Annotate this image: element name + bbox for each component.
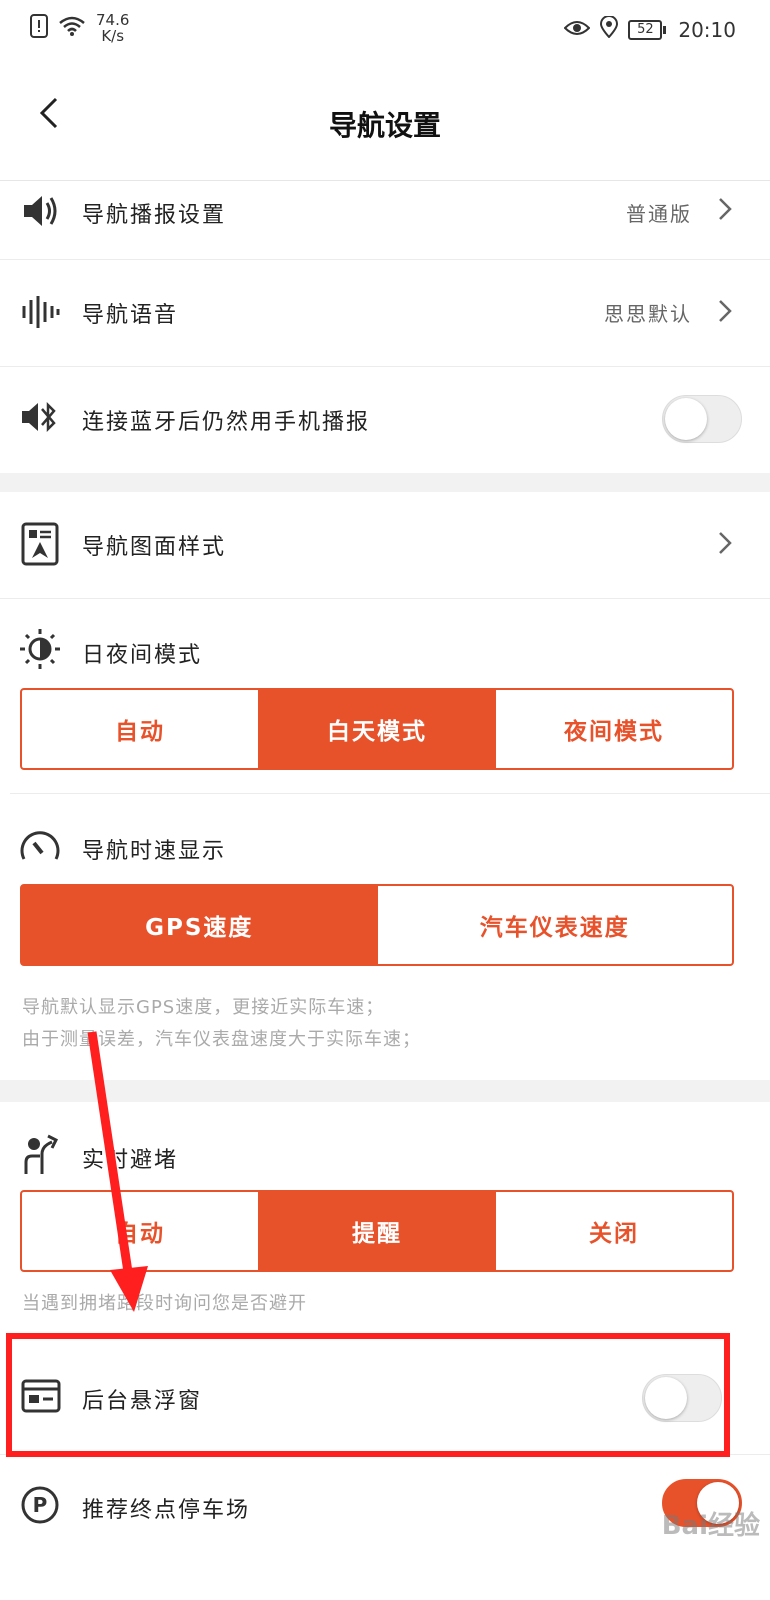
eye-icon [563,18,591,42]
clock: 20:10 [678,17,736,42]
speed-display-selector: GPS速度 汽车仪表速度 [20,884,734,966]
wifi-icon [58,15,86,41]
traffic-option-auto[interactable]: 自动 [22,1192,259,1270]
navigation-voice-label: 导航语音 [82,303,179,328]
battery-icon: 52 [628,19,667,40]
detour-icon [20,1132,64,1180]
map-settings-card: 导航图面样式 日夜间模式 自动 白天模式 夜间模式 导航时速显示 GPS速度 汽… [0,492,770,1080]
speaker-icon [20,191,60,231]
chevron-right-icon [716,197,734,221]
speedometer-icon [18,825,62,869]
voice-settings-card: 导航播报设置 普通版 导航语音 思思默认 连接蓝牙后仍然用手机播报 [0,181,770,473]
day-night-label: 日夜间模式 [82,643,203,668]
day-night-option-auto[interactable]: 自动 [22,690,259,768]
watermark: Bai经验 [661,1511,760,1541]
speed-option-dashboard[interactable]: 汽车仪表速度 [378,886,733,964]
chevron-right-icon [716,531,734,555]
day-night-selector: 自动 白天模式 夜间模式 [20,688,734,770]
traffic-avoid-label: 实时避堵 [82,1148,179,1173]
bluetooth-broadcast-row: 连接蓝牙后仍然用手机播报 [0,367,770,473]
traffic-hint: 当遇到拥堵路段时询问您是否避开 [22,1293,307,1314]
speed-hint-line1: 导航默认显示GPS速度，更接近实际车速； [22,997,385,1018]
speed-unit: K/s [101,27,125,45]
traffic-option-remind[interactable]: 提醒 [259,1192,496,1270]
speed-display-label: 导航时速显示 [82,839,227,864]
day-night-option-night[interactable]: 夜间模式 [496,690,732,768]
map-style-row[interactable]: 导航图面样式 [0,492,770,599]
speed-hint: 导航默认显示GPS速度，更接近实际车速； 由于测量误差，汽车仪表盘速度大于实际车… [22,992,421,1056]
speed-option-gps[interactable]: GPS速度 [22,886,378,964]
divider [10,793,770,794]
bluetooth-broadcast-label: 连接蓝牙后仍然用手机播报 [82,410,371,435]
alert-icon [30,14,48,42]
parking-icon: P [20,1485,60,1525]
parking-row: P 推荐终点停车场 [0,1455,770,1561]
broadcast-settings-label: 导航播报设置 [82,203,227,228]
navigation-voice-value: 思思默认 [604,302,692,326]
soundwave-icon [20,292,60,332]
chevron-right-icon [716,299,734,323]
broadcast-settings-value: 普通版 [626,202,692,226]
bluetooth-speaker-icon [20,397,60,437]
page-title: 导航设置 [328,109,441,142]
sun-moon-icon [18,627,62,675]
bluetooth-broadcast-toggle[interactable] [662,395,742,443]
toggle-knob [665,398,707,440]
location-icon [600,15,619,43]
speed-hint-line2: 由于测量误差，汽车仪表盘速度大于实际车速； [22,1029,421,1050]
annotation-highlight-box [6,1333,730,1457]
network-speed: 74.6 K/s [96,12,129,44]
nav-header: 导航设置 [0,60,770,181]
status-bar: 74.6 K/s 52 20:10 [0,0,770,60]
navigation-voice-row[interactable]: 导航语音 思思默认 [0,260,770,367]
day-night-option-day[interactable]: 白天模式 [259,690,496,768]
parking-label: 推荐终点停车场 [82,1498,251,1523]
traffic-option-off[interactable]: 关闭 [496,1192,732,1270]
map-style-icon [20,522,60,566]
map-style-label: 导航图面样式 [82,535,227,560]
traffic-avoid-selector: 自动 提醒 关闭 [20,1190,734,1272]
broadcast-settings-row[interactable]: 导航播报设置 普通版 [0,181,770,260]
speed-value: 74.6 [96,11,130,29]
svg-text:P: P [33,1493,48,1517]
